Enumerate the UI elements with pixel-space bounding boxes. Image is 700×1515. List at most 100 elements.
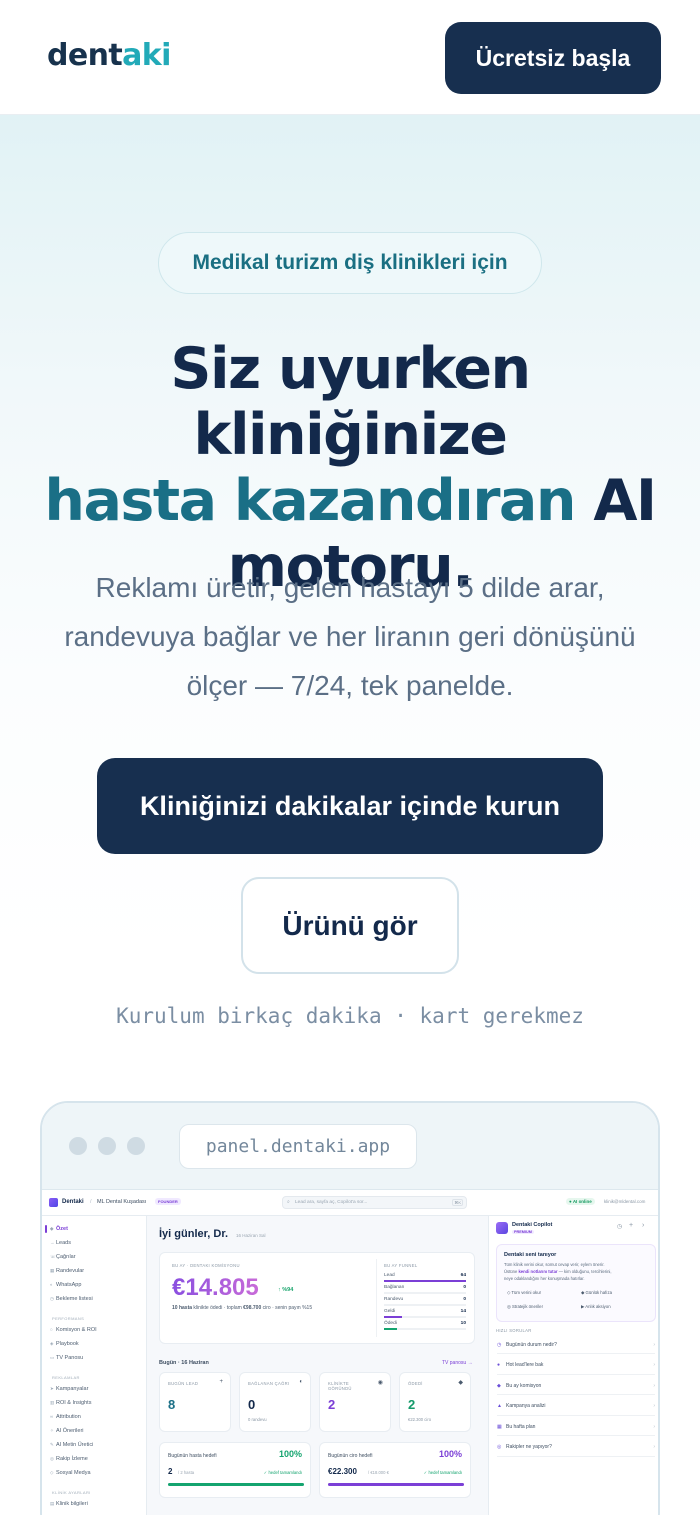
sidebar-section-performance: PERFORMANS — [52, 1316, 85, 1321]
sidebar-item-label: Komisyon & ROI — [56, 1327, 97, 1333]
sidebar-item-label: Özet — [56, 1226, 68, 1232]
sidebar-item-whatsapp[interactable]: ◐ WhatsApp — [50, 1282, 81, 1288]
sidebar-item-appointments[interactable]: ▦ Randevular — [50, 1268, 84, 1274]
question-label: Hot lead'lere bak — [506, 1362, 544, 1368]
sidebar-item-leads[interactable]: → Leads — [50, 1240, 71, 1246]
question-icon: ◷ — [497, 1341, 502, 1348]
sidebar-item-label: WhatsApp — [56, 1282, 82, 1288]
goal-percent: 100% — [438, 1449, 462, 1459]
commission-label: BU AY · DENTAKI KOMİSYONU — [172, 1263, 240, 1268]
dashboard-sidebar: ◆ Özet → Leads ☏Çağrılar ▦ Randevular ◐ What… — [42, 1216, 147, 1515]
stat-icon: ◐ — [299, 1379, 303, 1385]
chip-read-all: ◇ Tüm verini okur — [507, 1290, 541, 1296]
funnel-value: 0 — [463, 1297, 466, 1302]
stat-icon: ◉ — [377, 1380, 383, 1386]
logo-accent: aki — [122, 38, 171, 73]
stat-label: BUGÜN LEAD — [168, 1381, 199, 1386]
dentaki-logo[interactable]: dentaki — [47, 38, 171, 73]
stat-card[interactable]: BUGÜN LEAD +8 — [159, 1372, 231, 1432]
sidebar-item-label: Leads — [56, 1240, 71, 1246]
sidebar-item-ozet[interactable]: ◆ Özet — [50, 1226, 68, 1232]
goal-progress — [168, 1483, 304, 1486]
chevron-right-icon: › — [653, 1444, 655, 1450]
sidebar-item-label: Çağrılar — [56, 1254, 76, 1260]
funnel-row: Ödedi 10 — [384, 1321, 466, 1332]
commission-detail: 10 hasta klinikte ödedi · toplam €98.700… — [172, 1305, 312, 1311]
search-input[interactable]: ⌕ Lead ara, sayfa aç, Copilot'a sor... ⌘… — [282, 1196, 467, 1209]
quick-question[interactable]: ◎ Rakipler ne yapıyor? › — [497, 1439, 655, 1457]
sidebar-item-playbook[interactable]: ◈ Playbook — [50, 1341, 79, 1347]
sidebar-item-calls[interactable]: ☏Çağrılar — [50, 1254, 76, 1260]
quick-question[interactable]: ◷ Bugünün durum nedir? › — [497, 1336, 655, 1354]
view-product-button[interactable]: Ürünü gör — [241, 877, 459, 974]
plan-badge: FOUNDER — [155, 1198, 181, 1205]
sidebar-item-social[interactable]: ◇ Sosyal Medya — [50, 1470, 91, 1476]
commission-share: ciro · senin payın %15 — [261, 1305, 313, 1311]
sidebar-item-label: ROI & Insights — [56, 1400, 92, 1406]
collapse-icon[interactable]: › — [642, 1222, 644, 1229]
goal-title: Bugünün ciro hedefi — [328, 1453, 373, 1459]
tv-board-link[interactable]: TV panosu → — [442, 1360, 473, 1366]
sidebar-item-attribution[interactable]: ∞ Attribution — [50, 1414, 81, 1420]
funnel-track — [384, 1292, 466, 1294]
app-brand: Dentaki — [62, 1199, 84, 1205]
sidebar-item-waitlist[interactable]: ◷ Bekleme listesi — [50, 1296, 93, 1302]
intro-text-2b: kendi notlarını tutar — [518, 1269, 558, 1274]
intro-text-1: Tüm klinik verini okur, somut cevap veri… — [504, 1262, 605, 1267]
stat-card[interactable]: ÖDEDİ ◆ 2 €22.300 ciro — [399, 1372, 471, 1432]
chip-label: Stratejik öneriler — [511, 1304, 543, 1309]
stat-value: 2 — [328, 1397, 336, 1412]
site-header: dentaki Ücretsiz başla — [0, 0, 700, 115]
setup-clinic-button[interactable]: Kliniğinizi dakikalar içinde kurun — [97, 758, 603, 854]
stat-icon: + — [219, 1379, 223, 1385]
funnel-label: Bağlanan — [384, 1285, 405, 1290]
sidebar-item-competitors[interactable]: ◎ Rakip İzleme — [50, 1456, 88, 1462]
start-free-button[interactable]: Ücretsiz başla — [445, 22, 661, 94]
ai-status-text: AI online — [572, 1199, 592, 1204]
chip-label: Günlük hafıza — [585, 1290, 613, 1295]
sidebar-item-tv[interactable]: ▭ TV Panosu — [50, 1355, 83, 1361]
hero-subtitle: Reklamı üretir, gelen hastayı 5 dilde ar… — [64, 572, 636, 701]
active-indicator — [45, 1225, 47, 1233]
chip-action: ▶ Anlık aksiyon — [581, 1304, 611, 1310]
quick-question[interactable]: ◆ Bu ay komisyon › — [497, 1377, 655, 1395]
search-placeholder: Lead ara, sayfa aç, Copilot'a sor... — [295, 1200, 368, 1205]
audience-badge: Medikal turizm diş klinikleri için — [158, 232, 542, 294]
quick-question[interactable]: ▲ Kampanya analizi › — [497, 1398, 655, 1416]
sidebar-item-label: Kampanyalar — [56, 1386, 89, 1392]
stat-value: 8 — [168, 1397, 176, 1412]
clinic-name: ML Dental Kuşadası — [97, 1199, 147, 1205]
sidebar-item-campaigns[interactable]: ➤ Kampanyalar — [50, 1386, 88, 1392]
funnel-fill — [384, 1316, 403, 1318]
funnel-value: 14 — [460, 1309, 466, 1314]
new-chat-icon[interactable]: + — [629, 1222, 633, 1229]
commission-card: BU AY · DENTAKI KOMİSYONU €14.805 ↑ %94 … — [159, 1252, 475, 1344]
sidebar-item-clinic-info[interactable]: ▤ Klinik bilgileri — [50, 1501, 88, 1507]
sidebar-item-commission[interactable]: ○ Komisyon & ROI — [50, 1327, 97, 1333]
sidebar-item-ai-copy[interactable]: ✎ AI Metin Üretici — [50, 1442, 93, 1448]
sidebar-section-clinic: KLİNİK AYARLARI — [52, 1490, 91, 1495]
quick-question[interactable]: ● Hot lead'lere bak › — [497, 1357, 655, 1375]
goal-value: 2 — [168, 1467, 173, 1476]
quick-question[interactable]: ▦ Bu hafta plan › — [497, 1418, 655, 1436]
question-label: Bu ay komisyon — [506, 1382, 542, 1389]
goal-card: Bugünün hasta hedefi 100% 2 / 2 hasta ✓ hede… — [159, 1442, 311, 1498]
sidebar-item-ai-suggestions[interactable]: ✧ AI Önerileri — [50, 1428, 84, 1434]
sidebar-item-roi[interactable]: ▥ ROI & Insights — [50, 1400, 91, 1406]
stat-card[interactable]: BAĞLANAN ÇAĞRI ◐ 0 0 randevu — [239, 1372, 311, 1432]
sidebar-item-label: AI Metin Üretici — [56, 1442, 94, 1448]
sidebar-item-label: Playbook — [56, 1341, 79, 1347]
goal-percent: 100% — [278, 1449, 302, 1459]
ai-status-badge: ● AI online — [566, 1198, 595, 1205]
stat-icon: ◆ — [458, 1380, 463, 1386]
sidebar-item-label: Sosyal Medya — [56, 1470, 91, 1476]
funnel-label: Randevu — [384, 1297, 404, 1302]
stat-card[interactable]: KLİNİKTE GÖRÜNDÜ ◉ 2 — [319, 1372, 391, 1432]
history-icon[interactable]: ◷ — [617, 1223, 622, 1230]
greeting: İyi günler, Dr. — [159, 1228, 229, 1240]
commission-total: €98.700 — [243, 1305, 262, 1311]
question-icon: ▲ — [497, 1403, 502, 1409]
stat-label: BAĞLANAN ÇAĞRI — [248, 1381, 290, 1386]
intro-text-2c: — kim olduğunu, tercihlerini, — [557, 1269, 612, 1274]
sidebar-item-label: TV Panosu — [56, 1355, 84, 1361]
